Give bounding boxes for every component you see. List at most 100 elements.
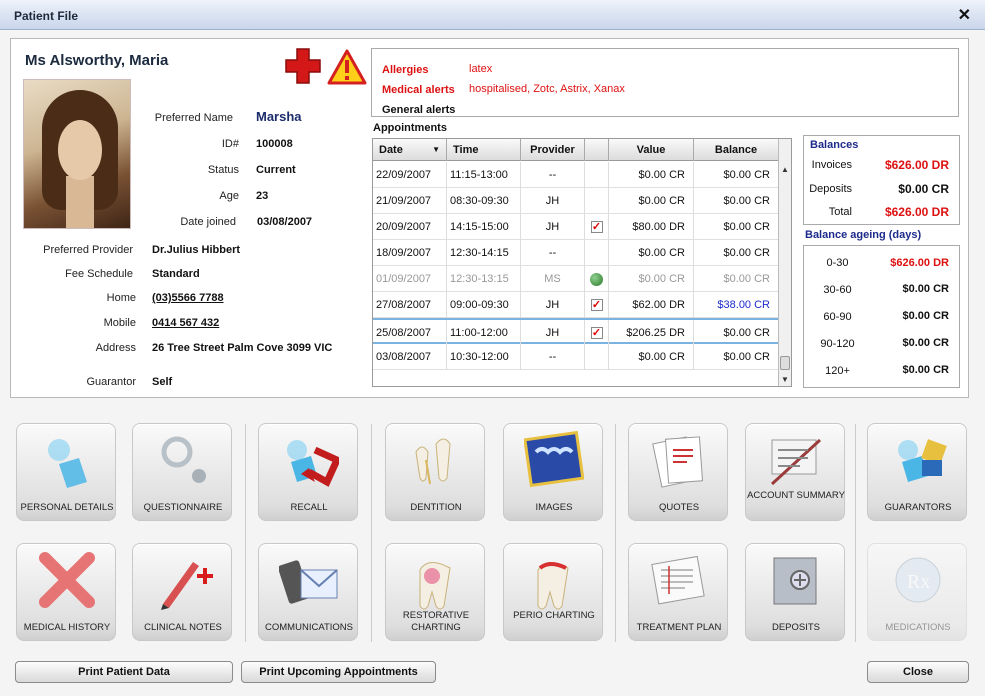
appointment-row[interactable]: 18/09/2007 12:30-14:15 -- $0.00 CR $0.00 CR	[373, 240, 779, 266]
appointment-balance: $0.00 CR	[694, 344, 779, 370]
plan-sheet-icon	[651, 555, 705, 605]
age-label: Age	[219, 190, 239, 202]
ageing-label: 0-30	[826, 257, 849, 269]
col-date-header[interactable]: Date ▼	[373, 139, 447, 161]
question-icon	[161, 436, 206, 483]
tile-separator	[245, 424, 246, 642]
home-phone-link[interactable]: (03)5566 7788	[152, 292, 224, 304]
phone-mail-icon	[279, 560, 338, 604]
questionnaire-tile[interactable]: QUESTIONNAIRE	[132, 423, 232, 521]
appointment-time: 09:00-09:30	[447, 292, 521, 318]
tile-separator	[615, 424, 616, 642]
communications-tile[interactable]: COMMUNICATIONS	[258, 543, 358, 641]
deposits-tile[interactable]: DEPOSITS	[745, 543, 845, 641]
tile-label: DEPOSITS	[771, 622, 821, 633]
restorative-charting-tile[interactable]: RESTORATIVE CHARTING	[385, 543, 485, 641]
treatment-plan-tile[interactable]: TREATMENT PLAN	[628, 543, 728, 641]
close-button[interactable]: Close	[867, 661, 969, 683]
print-upcoming-appointments-button[interactable]: Print Upcoming Appointments	[241, 661, 436, 683]
appointment-provider: JH	[521, 188, 585, 214]
appointment-row[interactable]: 27/08/2007 09:00-09:30 JH ✓ $62.00 DR $38.00 …	[373, 292, 779, 318]
appointment-time: 14:15-15:00	[447, 214, 521, 240]
recall-icon	[287, 440, 339, 487]
col-time-header[interactable]: Time	[447, 139, 521, 161]
appointment-time: 12:30-13:15	[447, 266, 521, 292]
scroll-thumb[interactable]	[780, 356, 790, 370]
appointment-row[interactable]: 01/09/2007 12:30-13:15 MS $0.00 CR $0.00 CR	[373, 266, 779, 292]
close-icon[interactable]: ✕	[958, 5, 971, 25]
appointment-date: 20/09/2007	[373, 214, 447, 240]
date-joined-label: Date joined	[180, 216, 236, 228]
appointment-time: 10:30-12:00	[447, 344, 521, 370]
appointment-date: 01/09/2007	[373, 266, 447, 292]
appointment-balance: $38.00 CR	[694, 292, 779, 318]
ageing-label: 60-90	[823, 311, 852, 323]
appointment-status: ✓	[585, 292, 609, 318]
appointment-balance: $0.00 CR	[694, 240, 779, 266]
fee-schedule-value: Standard	[152, 268, 200, 280]
quote-doc-icon	[652, 436, 704, 488]
dentition-tile[interactable]: DENTITION	[385, 423, 485, 521]
guarantor-icon	[898, 439, 947, 482]
appointment-row[interactable]: 20/09/2007 14:15-15:00 JH ✓ $80.00 DR $0.00 C…	[373, 214, 779, 240]
ageing-box: 0-30 $626.00 DR 30-60 $0.00 CR 60-90 $0.…	[803, 245, 960, 388]
window-titlebar: Patient File ✕	[0, 0, 985, 30]
perio-charting-tile[interactable]: PERIO CHARTING	[503, 543, 603, 641]
col-status-header[interactable]	[585, 139, 609, 161]
recall-tile[interactable]: RECALL	[258, 423, 358, 521]
checked-box-icon: ✓	[590, 299, 603, 312]
allergies-value: latex	[469, 63, 493, 75]
appointment-provider: JH	[521, 320, 585, 346]
appointment-date: 25/08/2007	[373, 320, 447, 346]
appointment-status	[585, 344, 609, 370]
ageing-value: $0.00 CR	[902, 283, 949, 295]
appointment-status	[585, 188, 609, 214]
personal-details-tile[interactable]: PERSONAL DETAILS	[16, 423, 116, 521]
ageing-value: $626.00 DR	[890, 257, 949, 269]
age-value: 23	[256, 190, 269, 202]
appointment-value: $0.00 CR	[609, 240, 694, 266]
ageing-value: $0.00 CR	[902, 310, 949, 322]
medical-history-tile[interactable]: MEDICAL HISTORY	[16, 543, 116, 641]
appointment-value: $0.00 CR	[609, 344, 694, 370]
tile-label: PERSONAL DETAILS	[20, 502, 114, 513]
red-cross-icon	[285, 48, 321, 84]
appointment-date: 21/09/2007	[373, 188, 447, 214]
scroll-up-icon[interactable]: ▲	[779, 163, 791, 176]
appointment-row[interactable]: 03/08/2007 10:30-12:00 -- $0.00 CR $0.00 CR	[373, 344, 779, 370]
col-balance-header[interactable]: Balance	[694, 139, 779, 161]
col-provider-header[interactable]: Provider	[521, 139, 585, 161]
medical-cross-icon	[39, 552, 95, 608]
mobile-phone-link[interactable]: 0414 567 432	[152, 317, 219, 329]
medical-alerts-label: Medical alerts	[382, 84, 455, 96]
col-value-header[interactable]: Value	[609, 139, 694, 161]
account-summary-tile[interactable]: ACCOUNT SUMMARY	[745, 423, 845, 521]
checked-box-icon: ✓	[590, 327, 603, 340]
guarantors-tile[interactable]: GUARANTORS	[867, 423, 967, 521]
appointment-provider: MS	[521, 266, 585, 292]
appointment-row[interactable]: 25/08/2007 11:00-12:00 JH ✓ $206.25 DR $0.00 …	[373, 318, 779, 346]
patient-name: Ms Alsworthy, Maria	[25, 52, 169, 69]
images-tile[interactable]: IMAGES	[503, 423, 603, 521]
tile-label: ACCOUNT SUMMARY	[747, 490, 845, 501]
mobile-phone-label: Mobile	[103, 317, 136, 329]
quotes-tile[interactable]: QUOTES	[628, 423, 728, 521]
preferred-provider-value: Dr.Julius Hibbert	[152, 244, 241, 256]
appointment-provider: JH	[521, 214, 585, 240]
appointments-scrollbar[interactable]: ▲ ▼	[778, 139, 791, 386]
account-icon	[770, 438, 822, 486]
clinical-notes-tile[interactable]: CLINICAL NOTES	[132, 543, 232, 641]
tile-label: DENTITION	[410, 502, 462, 513]
tile-label: MEDICATIONS	[885, 622, 951, 633]
appointment-time: 12:30-14:15	[447, 240, 521, 266]
preferred-name-value: Marsha	[256, 109, 302, 124]
tile-label: GUARANTORS	[884, 502, 952, 513]
scroll-down-icon[interactable]: ▼	[779, 373, 791, 386]
appointment-row[interactable]: 22/09/2007 11:15-13:00 -- $0.00 CR $0.00 CR	[373, 162, 779, 188]
address-label: Address	[95, 342, 136, 354]
print-patient-data-button[interactable]: Print Patient Data	[15, 661, 233, 683]
tile-label: IMAGES	[535, 502, 573, 513]
appointment-balance: $0.00 CR	[694, 214, 779, 240]
ageing-label: 120+	[825, 365, 850, 377]
appointment-row[interactable]: 21/09/2007 08:30-09:30 JH $0.00 CR $0.00 CR	[373, 188, 779, 214]
